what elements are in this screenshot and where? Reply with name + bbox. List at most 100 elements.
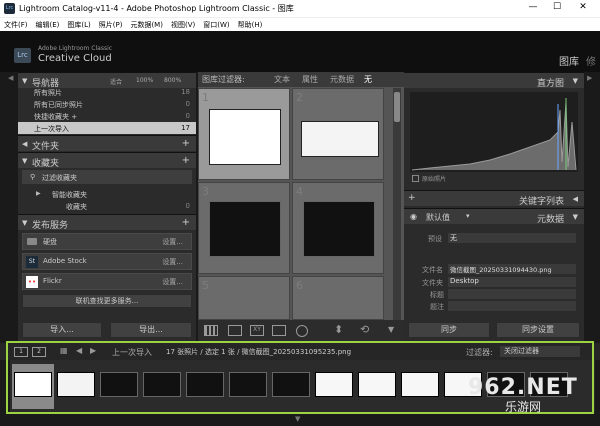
filter-label: 图库过滤器: [202, 75, 245, 84]
export-button[interactable]: 导出... [110, 322, 192, 338]
eye-icon: ◉ [410, 212, 417, 221]
scrollbar-thumb[interactable] [394, 92, 400, 122]
right-panel: 直方图 ▼ 原始照片 + 关键字列表 ◀ ◉ 默认值 ▾ 元数据 ▼ 预设 无 … [404, 72, 584, 342]
catalog-item[interactable]: 所有照片 [34, 88, 62, 98]
rotate-icon[interactable]: ⟲ [360, 323, 369, 336]
collapse-triangle-icon: ▼ [22, 157, 28, 165]
service-label: Flickr [43, 277, 62, 285]
service-adobe-stock[interactable]: St Adobe Stock 设置... [22, 253, 192, 270]
service-setup[interactable]: 设置... [162, 277, 183, 287]
service-setup[interactable]: 设置... [162, 237, 183, 247]
collapse-triangle-icon: ▼ [22, 77, 28, 85]
catalog-count: 17 [181, 124, 190, 132]
collapse-triangle-icon: ▼ [572, 213, 578, 221]
add-icon[interactable]: + [182, 217, 190, 228]
filter-collections-row[interactable]: ⚲ 过滤收藏夹 [22, 170, 192, 184]
caption-field[interactable] [448, 301, 576, 311]
grid-cell[interactable]: 2 [292, 88, 384, 180]
survey-view-icon[interactable] [272, 325, 286, 336]
title-bar: Lrc Lightroom Catalog-v11-4 - Adobe Phot… [0, 0, 600, 17]
histogram-header[interactable]: 直方图 ▼ [404, 72, 584, 89]
module-library[interactable]: 图库 [559, 53, 579, 68]
menu-window[interactable]: 窗口(W) [199, 18, 233, 30]
title-field[interactable] [448, 289, 576, 299]
folder-value[interactable]: Desktop [448, 277, 576, 287]
collections-header[interactable]: ▼ 收藏夹 + [18, 152, 196, 169]
loupe-view-icon[interactable] [228, 325, 242, 336]
watermark-text: 乐游网 [505, 400, 542, 414]
grid-cell-selected[interactable]: 1 [198, 88, 290, 180]
sync-button[interactable]: 同步 [408, 322, 490, 338]
maximize-button[interactable]: ☐ [551, 2, 563, 14]
preset-select[interactable]: 无 [448, 233, 576, 243]
grid-cell[interactable]: 5 [198, 276, 290, 320]
adobe-stock-icon: St [26, 256, 38, 268]
menu-file[interactable]: 文件(F) [0, 18, 32, 30]
menu-photo[interactable]: 照片(P) [95, 18, 127, 30]
filter-tab-none[interactable]: 无 [364, 74, 372, 85]
flickr-icon: •• [26, 276, 38, 288]
folders-header[interactable]: ◀ 文件夹 + [18, 135, 196, 152]
collection-smart[interactable]: 智能收藏夹 [52, 190, 87, 200]
filter-tab-attribute[interactable]: 属性 [302, 74, 318, 85]
publish-header[interactable]: ▼ 发布服务 + [18, 214, 196, 231]
menu-edit[interactable]: 编辑(E) [32, 18, 64, 30]
catalog-count: 0 [185, 100, 190, 108]
metadata-preset-dropdown[interactable]: 默认值 [426, 212, 450, 223]
menu-library[interactable]: 图库(L) [63, 18, 94, 30]
cell-number: 4 [296, 185, 303, 198]
filter-tab-text[interactable]: 文本 [274, 74, 290, 85]
brand-line2: Creative Cloud [38, 53, 112, 64]
people-view-icon[interactable] [296, 325, 308, 337]
menu-view[interactable]: 视图(V) [167, 18, 199, 30]
grid-view-icon[interactable] [204, 325, 218, 336]
service-setup[interactable]: 设置... [162, 257, 183, 267]
window-title: Lightroom Catalog-v11-4 - Adobe Photosho… [19, 4, 294, 13]
add-icon[interactable]: + [182, 138, 190, 149]
minimize-button[interactable]: — [527, 2, 539, 14]
filter-collections-label: 过滤收藏夹 [42, 174, 77, 182]
original-photo-checkbox[interactable] [412, 175, 419, 182]
thumbnail [303, 201, 375, 257]
import-button[interactable]: 导入... [22, 322, 102, 338]
filmstrip-toggle-icon[interactable]: ▼ [295, 415, 300, 423]
service-flickr[interactable]: •• Flickr 设置... [22, 273, 192, 290]
metadata-header[interactable]: ◉ 默认值 ▾ 元数据 ▼ [404, 208, 584, 225]
keyword-list-header[interactable]: + 关键字列表 ◀ [404, 190, 584, 207]
zoom-fit[interactable]: 适合 [110, 77, 122, 86]
navigator-header[interactable]: ▼ 导航器 适合 100% 800% [18, 72, 196, 89]
filter-tab-metadata[interactable]: 元数据 [330, 74, 354, 85]
painter-icon[interactable]: ⬍ [334, 323, 343, 336]
chevron-down-icon: ▾ [466, 212, 470, 220]
close-button[interactable]: ✕ [577, 2, 589, 14]
menu-help[interactable]: 帮助(H) [234, 18, 267, 30]
catalog-item[interactable]: 快捷收藏夹 + [34, 112, 77, 122]
left-collapse-arrow-icon[interactable]: ◀ [8, 74, 13, 82]
toolbar-menu-icon[interactable]: ▼ [388, 325, 394, 334]
grid-scrollbar[interactable] [393, 88, 401, 340]
zoom-800[interactable]: 800% [164, 77, 181, 84]
grid-cell[interactable]: 4 [292, 182, 384, 274]
collection-item[interactable]: 收藏夹 [66, 202, 87, 212]
folder-label: 文件夹 [422, 279, 443, 287]
expand-triangle-icon[interactable]: ▶ [36, 190, 41, 197]
add-icon[interactable]: + [408, 193, 416, 203]
service-harddrive[interactable]: 硬盘 设置... [22, 233, 192, 250]
filename-label: 文件名 [422, 266, 443, 274]
compare-view-icon[interactable]: XY [250, 325, 264, 336]
filename-value[interactable]: 微信截图_20250331094430.png [448, 264, 576, 274]
menu-metadata[interactable]: 元数据(M) [126, 18, 167, 30]
collapse-triangle-icon: ▼ [572, 77, 578, 85]
zoom-100[interactable]: 100% [136, 77, 153, 84]
add-icon[interactable]: + [182, 155, 190, 166]
module-develop[interactable]: 修 [586, 53, 596, 68]
catalog-item-selected[interactable]: 上一次导入 [34, 124, 69, 134]
grid-cell[interactable]: 6 [292, 276, 384, 320]
catalog-item[interactable]: 所有已同步照片 [34, 100, 83, 110]
sync-settings-button[interactable]: 同步设置 [496, 322, 580, 338]
folders-label: 文件夹 [32, 142, 60, 152]
find-more-services-button[interactable]: 联机查找更多服务... [22, 294, 192, 308]
cell-number: 3 [202, 185, 209, 198]
grid-cell[interactable]: 3 [198, 182, 290, 274]
right-collapse-arrow-icon[interactable]: ▶ [587, 74, 592, 82]
